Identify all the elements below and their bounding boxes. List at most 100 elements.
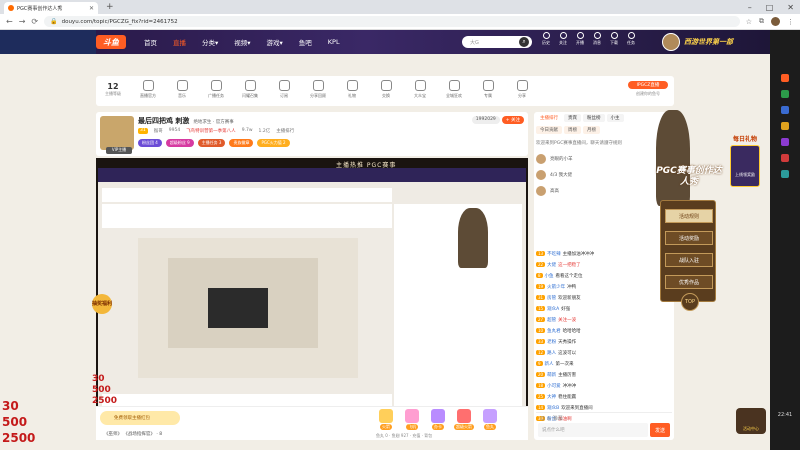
chat-tab[interactable]: 主播排行 — [536, 114, 562, 122]
menu-category[interactable]: 分类▾ — [202, 37, 218, 47]
task-button[interactable]: 任务 — [625, 32, 637, 46]
profile-avatar[interactable] — [771, 17, 780, 26]
toolbar-item[interactable]: 闪耀召集 — [238, 80, 262, 99]
messages-button[interactable]: 消息 — [591, 32, 603, 46]
pgc-team-button[interactable]: 战队入驻 — [665, 253, 713, 267]
douyu-logo[interactable]: 斗鱼 — [96, 35, 126, 49]
host-rank[interactable]: 主播排行 — [276, 128, 294, 134]
gift-item[interactable]: 办卡 — [428, 409, 448, 430]
star-icon[interactable]: ☆ — [746, 18, 752, 26]
chat-username[interactable]: 鱼丸君 — [547, 328, 561, 334]
rank-subtab[interactable]: 周榜 — [564, 126, 581, 134]
taskbar-app-icon[interactable] — [781, 74, 789, 82]
back-to-top-button[interactable]: TOP — [681, 293, 699, 311]
toolbar-item[interactable]: 礼物 — [340, 80, 364, 99]
activity-center-badge[interactable]: 活动中心 — [736, 408, 766, 434]
url-field[interactable]: 🔒 douyu.com/topic/PGCZG_fix?rid=2461752 — [44, 16, 740, 27]
gift-item[interactable]: 火箭 — [376, 409, 396, 430]
toolbar-item[interactable]: 广播任务 — [204, 80, 228, 99]
host-name[interactable]: 猴哥 — [154, 128, 163, 134]
menu-icon[interactable]: ⋮ — [787, 18, 794, 26]
gift-item[interactable]: 飞机 — [402, 409, 422, 430]
menu-kpl[interactable]: KPL — [328, 38, 340, 46]
chat-username[interactable]: 观众A — [547, 306, 559, 312]
toolbar-item[interactable]: 分享回顾 — [306, 80, 330, 99]
video-player[interactable]: 主播热推 PGC赛事 — [96, 158, 528, 434]
host-avatar[interactable] — [100, 116, 134, 150]
host-tag[interactable]: 粉丝团 4 — [138, 139, 162, 147]
chat-username[interactable]: 大佬 — [547, 262, 556, 268]
chat-username[interactable]: 大神 — [547, 394, 556, 400]
send-button[interactable]: 发送 — [650, 423, 670, 437]
chat-username[interactable]: 火箭少年 — [547, 284, 565, 290]
nav-banner[interactable]: 西游世界第一部 — [684, 34, 764, 50]
chat-username[interactable]: 路人 — [547, 350, 556, 356]
follow-button[interactable]: + 关注 — [501, 116, 524, 124]
rank-subtab[interactable]: 月榜 — [583, 126, 600, 134]
daily-gift-widget[interactable]: 每日礼物 上线领奖励 — [730, 136, 760, 206]
chat-username[interactable]: 小鱼 — [545, 273, 554, 279]
menu-home[interactable]: 首页 — [144, 37, 157, 47]
taskbar-app-icon[interactable] — [781, 106, 789, 114]
chat-username[interactable]: 小可爱 — [547, 383, 561, 389]
chat-tab[interactable]: 贵宾 — [564, 114, 581, 122]
toolbar-item[interactable]: 直播官方 — [136, 80, 160, 99]
toolbar-item[interactable]: 分享 — [510, 80, 534, 99]
gift-item[interactable]: 超级火箭 — [454, 409, 474, 430]
toolbar-item[interactable]: 全城狂欢 — [442, 80, 466, 99]
forward-icon[interactable]: → — [19, 17, 26, 26]
taskbar-app-icon[interactable] — [781, 122, 789, 130]
back-icon[interactable]: ← — [6, 17, 13, 26]
chat-username[interactable]: 房管 — [547, 295, 556, 301]
chat-username[interactable]: 萌新 — [547, 372, 556, 378]
toolbar-item[interactable]: 订阅 — [272, 80, 296, 99]
taskbar-app-icon[interactable] — [781, 154, 789, 162]
tab-close-icon[interactable]: ✕ — [89, 5, 94, 12]
history-button[interactable]: 历史 — [540, 32, 552, 46]
host-tag[interactable]: 超级粉丝 9 — [165, 139, 194, 147]
new-tab-button[interactable]: + — [106, 2, 114, 12]
host-tag[interactable]: PGC火力值 2 — [257, 139, 290, 147]
toolbar-item[interactable]: 大众宝 — [408, 80, 432, 99]
user-avatar[interactable] — [662, 33, 680, 51]
toolbar-item[interactable]: 专属 — [476, 80, 500, 99]
broadcast-button[interactable]: 开播 — [574, 32, 586, 46]
close-window-button[interactable]: ✕ — [787, 3, 794, 12]
menu-game[interactable]: 游戏▾ — [267, 37, 283, 47]
download-button[interactable]: 下载 — [608, 32, 620, 46]
follow-button[interactable]: 关注 — [557, 32, 569, 46]
host-highlight[interactable]: 飞鸟特训营第一季第八人 — [186, 128, 236, 134]
chat-tools[interactable]: ☺ ◎ 弹幕 — [540, 415, 563, 422]
pgc-rewards-button[interactable]: 活动奖励 — [665, 231, 713, 245]
toolbar-item[interactable]: 交换 — [374, 80, 398, 99]
gift-item[interactable]: 鱼丸 — [480, 409, 500, 430]
taskbar-app-icon[interactable] — [781, 170, 789, 178]
chat-username[interactable]: 不吃辣 — [547, 251, 561, 257]
room-category[interactable]: 绝地求生 · 官方赛事 — [193, 120, 233, 125]
extension-icon[interactable]: ⧉ — [759, 17, 764, 26]
menu-yuba[interactable]: 鱼吧 — [299, 37, 312, 47]
chat-tab[interactable]: 小主 — [606, 114, 624, 122]
free-gift-button[interactable]: 免费领取主播红包 — [100, 411, 180, 425]
taskbar-app-icon[interactable] — [781, 138, 789, 146]
search-icon[interactable]: ⌕ — [519, 37, 529, 47]
toolbar-sub[interactable]: 创建你的鱼号 — [628, 91, 668, 97]
toolbar-item[interactable]: 音乐 — [170, 80, 194, 99]
chat-username[interactable]: 新人 — [545, 361, 554, 367]
host-tag[interactable]: 贵族徽章 — [229, 139, 254, 147]
taskbar-app-icon[interactable] — [781, 90, 789, 98]
host-tag[interactable]: 主播任务 3 — [197, 139, 226, 147]
minimize-button[interactable]: – — [748, 3, 752, 12]
browser-tab[interactable]: PGC赛事创作达人秀 ✕ — [4, 2, 98, 14]
chat-input[interactable]: 说点什么吧 — [538, 423, 648, 437]
lottery-badge[interactable]: 抽奖福利 — [92, 294, 112, 314]
menu-video[interactable]: 视频▾ — [234, 37, 250, 47]
pgc-rules-button[interactable]: 活动规则 — [665, 209, 713, 223]
chat-username[interactable]: 观众B — [547, 405, 559, 411]
chat-username[interactable]: 老粉 — [547, 339, 556, 345]
chat-tab[interactable]: 粉丝榜 — [583, 114, 605, 122]
reload-icon[interactable]: ⟳ — [31, 17, 38, 26]
menu-live[interactable]: 直播 — [173, 37, 186, 47]
pgc-live-pill[interactable]: IPGCZ直播 — [628, 81, 668, 89]
maximize-button[interactable]: □ — [766, 3, 774, 12]
